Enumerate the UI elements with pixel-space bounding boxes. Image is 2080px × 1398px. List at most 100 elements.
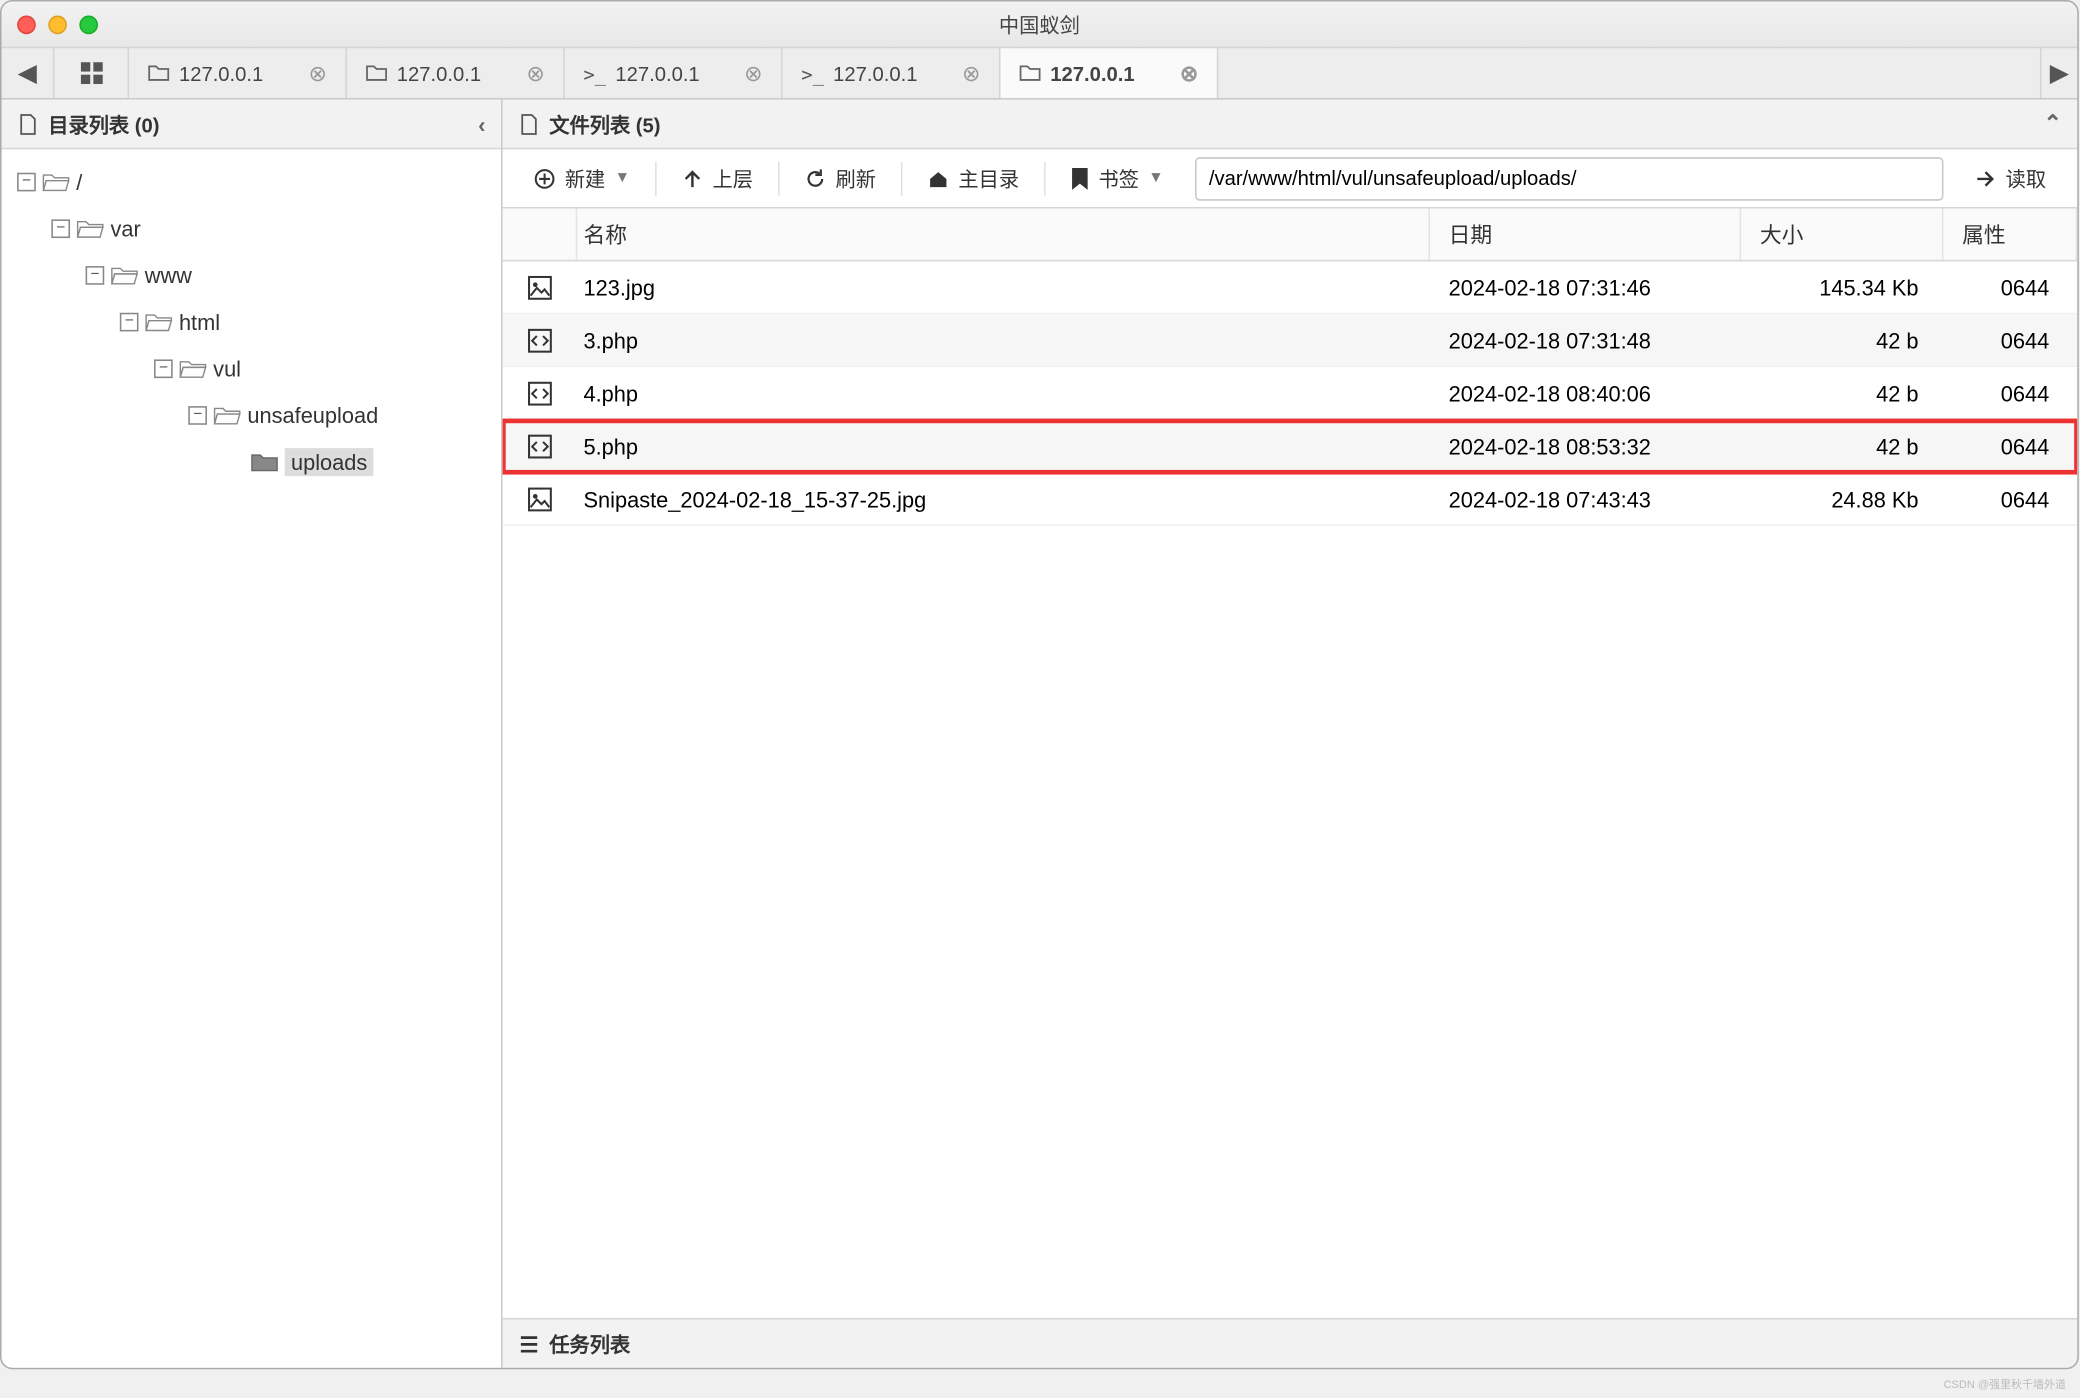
folder-icon <box>42 170 70 195</box>
expand-toggle[interactable]: − <box>86 266 105 285</box>
titlebar: 中国蚁剑 <box>2 2 2078 49</box>
tab-close-icon[interactable]: ⊗ <box>1180 60 1198 86</box>
read-button[interactable]: 读取 <box>1959 156 2062 201</box>
list-icon <box>518 1333 540 1355</box>
tree-label: vul <box>213 356 241 381</box>
sidebar-header: 目录列表 (0) ‹ <box>2 100 501 150</box>
file-icon <box>17 113 39 135</box>
col-size[interactable]: 大小 <box>1741 209 1943 260</box>
expand-toggle[interactable]: − <box>154 359 173 378</box>
tab-overview-button[interactable] <box>54 48 129 98</box>
arrow-up-icon <box>681 167 703 189</box>
content-title: 文件列表 (5) <box>549 109 660 139</box>
tab-close-icon[interactable]: ⊗ <box>309 60 327 86</box>
window-title: 中国蚁剑 <box>2 9 2078 39</box>
content-collapse-button[interactable]: ⌃ <box>2043 110 2061 136</box>
file-date: 2024-02-18 08:40:06 <box>1430 380 1741 405</box>
file-icon <box>518 113 540 135</box>
up-button[interactable]: 上层 <box>666 156 769 201</box>
content-panel: 文件列表 (5) ⌃ 新建 ▼ 上层 <box>503 100 2078 1368</box>
sidebar-panel: 目录列表 (0) ‹ −/−var−www−html−vul−unsafeupl… <box>2 100 503 1368</box>
file-size: 42 b <box>1741 328 1943 353</box>
path-input[interactable] <box>1195 156 1944 200</box>
col-attr[interactable]: 属性 <box>1943 209 2077 260</box>
expand-toggle[interactable]: − <box>51 219 70 238</box>
expand-toggle[interactable]: − <box>120 313 139 332</box>
tab-label: 127.0.0.1 <box>179 61 263 84</box>
file-size: 24.88 Kb <box>1741 486 1943 511</box>
tree-label: html <box>179 310 220 335</box>
table-row[interactable]: 123.jpg2024-02-18 07:31:46145.34 Kb0644 <box>503 261 2078 314</box>
tree-node[interactable]: − html <box>8 299 495 346</box>
tab-4[interactable]: 127.0.0.1 ⊗ <box>1001 48 1219 98</box>
tab-scroll-left[interactable]: ◀ <box>2 48 55 98</box>
file-type-icon <box>503 485 578 513</box>
tab-3[interactable]: >_ 127.0.0.1 ⊗ <box>783 48 1001 98</box>
folder-icon <box>251 450 279 475</box>
file-name: 5.php <box>577 433 1430 458</box>
footer-title: 任务列表 <box>549 1329 630 1359</box>
bookmark-button[interactable]: 书签 ▼ <box>1055 156 1179 201</box>
directory-tree[interactable]: −/−var−www−html−vul−unsafeuploaduploads <box>2 149 501 1367</box>
tree-label: var <box>110 216 140 241</box>
tab-close-icon[interactable]: ⊗ <box>526 60 544 86</box>
grid-icon <box>79 61 104 86</box>
tree-node[interactable]: −unsafeupload <box>8 392 495 439</box>
file-toolbar: 新建 ▼ 上层 刷新 <box>503 149 2078 208</box>
chevron-down-icon: ▼ <box>615 170 630 187</box>
table-row[interactable]: Snipaste_2024-02-18_15-37-25.jpg2024-02-… <box>503 473 2078 526</box>
file-type-icon <box>503 326 578 354</box>
tree-node[interactable]: −/ <box>8 159 495 206</box>
refresh-icon <box>804 167 826 189</box>
table-row[interactable]: 4.php2024-02-18 08:40:0642 b0644 <box>503 367 2078 420</box>
file-name: Snipaste_2024-02-18_15-37-25.jpg <box>577 486 1430 511</box>
main-area: 目录列表 (0) ‹ −/−var−www−html−vul−unsafeupl… <box>2 100 2078 1368</box>
refresh-button[interactable]: 刷新 <box>789 156 892 201</box>
tree-node[interactable]: −www <box>8 252 495 299</box>
home-icon <box>927 167 949 189</box>
terminal-icon: >_ <box>801 61 823 84</box>
table-row[interactable]: 5.php2024-02-18 08:53:3242 b0644 <box>503 420 2078 473</box>
tab-strip: ◀ 127.0.0.1⊗127.0.0.1⊗>_127.0.0.1⊗>_127.… <box>2 48 2078 99</box>
folder-icon <box>366 62 388 84</box>
file-date: 2024-02-18 07:31:46 <box>1430 275 1741 300</box>
col-date[interactable]: 日期 <box>1430 209 1741 260</box>
tab-close-icon[interactable]: ⊗ <box>744 60 762 86</box>
terminal-icon: >_ <box>584 61 606 84</box>
expand-toggle[interactable]: − <box>188 406 207 425</box>
file-size: 145.34 Kb <box>1741 275 1943 300</box>
tree-node[interactable]: − vul <box>8 345 495 392</box>
plus-circle-icon <box>534 167 556 189</box>
sidebar-title: 目录列表 (0) <box>48 109 159 139</box>
folder-icon <box>148 62 170 84</box>
file-size: 42 b <box>1741 380 1943 405</box>
folder-icon <box>76 216 104 241</box>
folder-icon <box>1019 62 1041 84</box>
new-button[interactable]: 新建 ▼ <box>518 156 645 201</box>
file-size: 42 b <box>1741 433 1943 458</box>
tab-close-icon[interactable]: ⊗ <box>962 60 980 86</box>
footer-panel: 任务列表 <box>503 1318 2078 1368</box>
tab-2[interactable]: >_127.0.0.1⊗ <box>565 48 783 98</box>
tree-label: uploads <box>285 448 374 476</box>
col-name[interactable]: 名称 <box>577 209 1430 260</box>
app-window: 中国蚁剑 ◀ 127.0.0.1 ⊗ 127.0.0.1 ⊗ >_ 127.0.0.1 ⊗ >… <box>0 0 2079 1369</box>
tab-1[interactable]: 127.0.0.1⊗ <box>347 48 565 98</box>
arrow-right-icon <box>1975 167 1997 189</box>
tab-label: 127.0.0.1 <box>833 61 917 84</box>
tree-node[interactable]: uploads <box>8 439 495 486</box>
tab-label: 127.0.0.1 <box>1050 61 1134 84</box>
sidebar-collapse-button[interactable]: ‹ <box>478 111 485 136</box>
tree-node[interactable]: − var <box>8 205 495 252</box>
file-type-icon <box>503 273 578 301</box>
home-button[interactable]: 主目录 <box>912 156 1035 201</box>
bookmark-icon <box>1070 167 1089 189</box>
file-date: 2024-02-18 07:43:43 <box>1430 486 1741 511</box>
expand-toggle[interactable]: − <box>17 173 36 192</box>
file-type-icon <box>503 432 578 460</box>
tab-scroll-right[interactable]: ▶ <box>2040 48 2077 98</box>
table-row[interactable]: 3.php2024-02-18 07:31:4842 b0644 <box>503 314 2078 367</box>
watermark: CSDN @强里秋千墙外道 <box>1944 1376 2066 1392</box>
file-date: 2024-02-18 07:31:48 <box>1430 328 1741 353</box>
tab-0[interactable]: 127.0.0.1 ⊗ <box>129 48 347 98</box>
